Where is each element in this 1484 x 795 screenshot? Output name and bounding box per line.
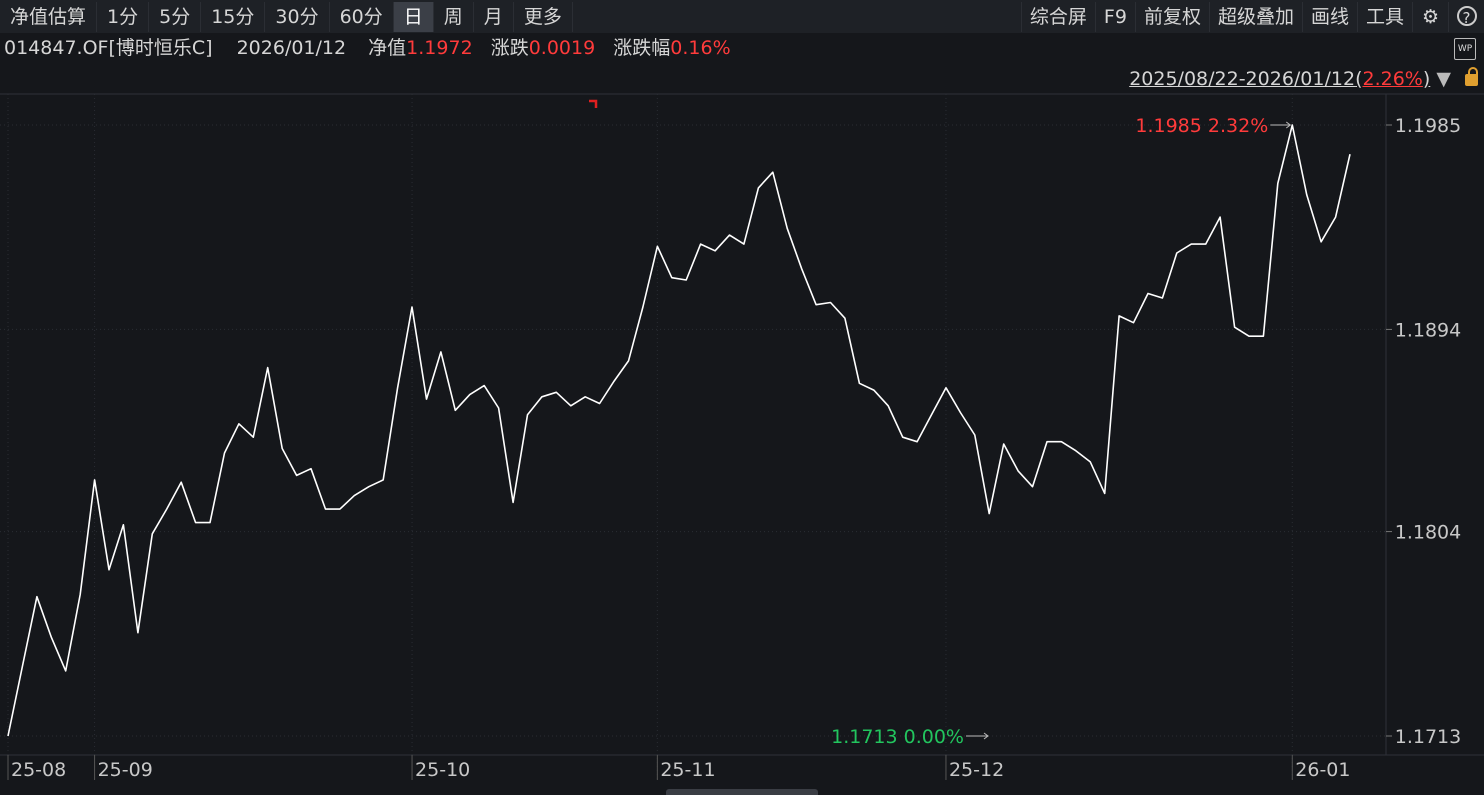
x-tick-label: 25-09	[98, 759, 153, 781]
min-label: 1.1713 0.00%	[831, 726, 964, 748]
x-tick-label: 26-01	[1295, 759, 1350, 781]
y-tick-label: 1.1894	[1395, 319, 1461, 341]
y-tick-label: 1.1713	[1395, 726, 1461, 748]
scrollbar-thumb[interactable]	[666, 789, 818, 795]
x-tick-label: 25-12	[949, 759, 1004, 781]
nav-series-line	[7, 124, 1351, 737]
y-tick-label: 1.1985	[1395, 115, 1461, 137]
x-tick-label: 25-10	[415, 759, 470, 781]
x-tick-label: 25-11	[660, 759, 715, 781]
x-tick-label: 25-08	[11, 759, 66, 781]
max-label: 1.1985 2.32%	[1135, 115, 1268, 137]
y-tick-label: 1.1804	[1395, 522, 1461, 544]
nav-line-chart: 1.1985 1.1894 1.1804 1.1713 25-08 25-09 25-10 2…	[0, 93, 1484, 781]
event-marker-icon	[589, 99, 598, 108]
